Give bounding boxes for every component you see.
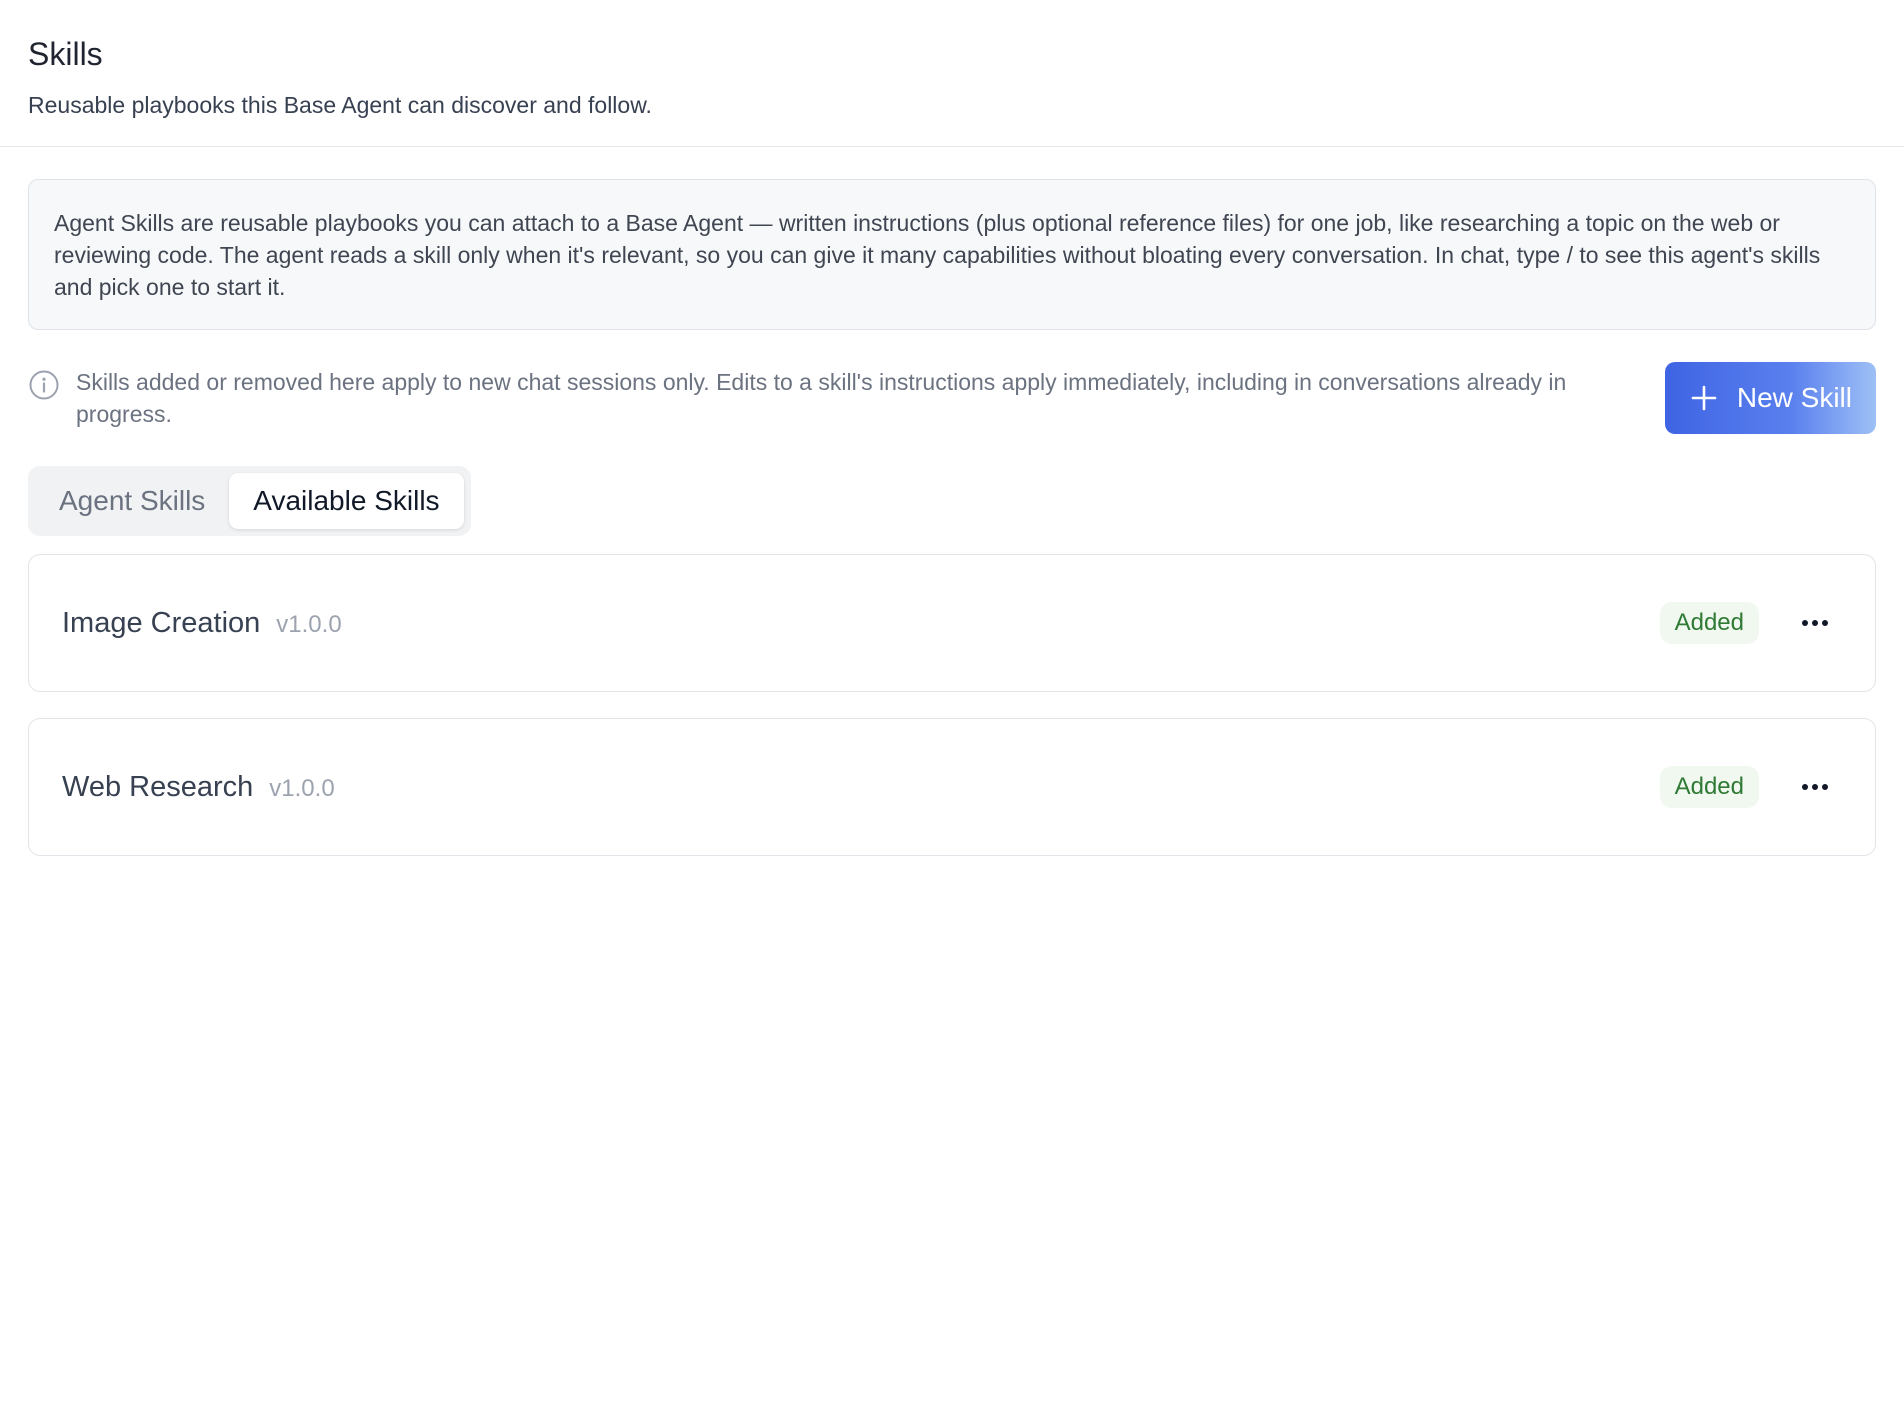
tab-agent-skills[interactable]: Agent Skills [35, 473, 229, 529]
skill-card[interactable]: Image Creation v1.0.0 Added [28, 554, 1876, 692]
plus-icon [1691, 385, 1717, 411]
more-horizontal-icon [1802, 620, 1828, 626]
more-options-button[interactable] [1795, 603, 1835, 643]
main-content: Agent Skills are reusable playbooks you … [0, 147, 1904, 856]
tab-available-skills[interactable]: Available Skills [229, 473, 464, 529]
page-header: Skills Reusable playbooks this Base Agen… [0, 0, 1904, 147]
skill-name: Image Creation [62, 606, 261, 639]
session-notice: Skills added or removed here apply to ne… [28, 366, 1665, 430]
skills-description-box: Agent Skills are reusable playbooks you … [28, 179, 1876, 330]
new-skill-label: New Skill [1736, 382, 1852, 413]
skills-tabs: Agent Skills Available Skills [28, 466, 471, 536]
skill-info: Image Creation v1.0.0 [62, 607, 342, 640]
skill-info: Web Research v1.0.0 [62, 771, 335, 804]
skill-version: v1.0.0 [276, 610, 342, 638]
skill-actions: Added [1659, 602, 1835, 644]
page-subtitle: Reusable playbooks this Base Agent can d… [28, 92, 652, 118]
skill-version: v1.0.0 [269, 774, 335, 802]
status-badge: Added [1659, 602, 1759, 644]
status-badge: Added [1659, 766, 1759, 808]
skill-card[interactable]: Web Research v1.0.0 Added [28, 718, 1876, 856]
skill-list: Image Creation v1.0.0 Added Web Research… [28, 554, 1876, 856]
new-skill-button[interactable]: New Skill [1664, 362, 1876, 434]
skill-name: Web Research [62, 770, 254, 803]
page-title: Skills [28, 36, 103, 72]
notice-text: Skills added or removed here apply to ne… [76, 369, 1567, 427]
info-icon [29, 370, 59, 400]
notice-row: Skills added or removed here apply to ne… [28, 362, 1876, 434]
more-horizontal-icon [1802, 784, 1828, 790]
skill-actions: Added [1659, 766, 1835, 808]
more-options-button[interactable] [1795, 767, 1835, 807]
